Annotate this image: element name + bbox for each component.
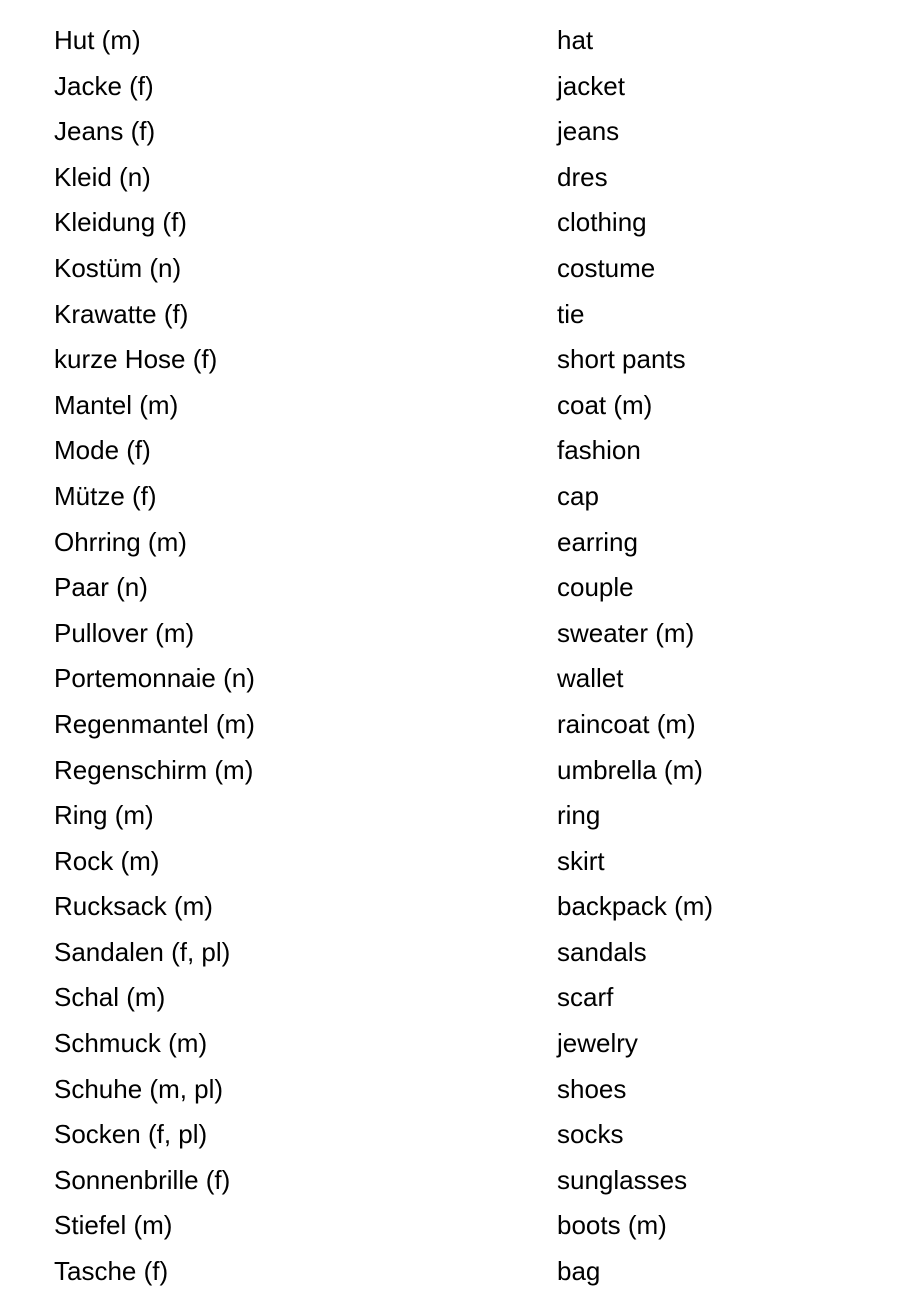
english-translation: umbrella (m) [557,754,703,785]
table-row: Rucksack (m) backpack (m) [0,884,914,930]
german-term: Regenschirm (m) [54,754,254,785]
english-translation: sandals [557,936,647,967]
german-term: Schal (m) [54,982,166,1013]
english-translation: tie [557,298,585,329]
german-term: Jeans (f) [54,116,156,147]
table-row: Stiefel (m) boots (m) [0,1203,914,1249]
english-translation: raincoat (m) [557,708,696,739]
german-term: Jacke (f) [54,70,154,101]
table-row: Rock (m) skirt [0,839,914,885]
german-term: Sonnenbrille (f) [54,1164,231,1195]
table-row: Mantel (m) coat (m) [0,383,914,429]
table-row: Paar (n) couple [0,565,914,611]
table-row: Jacke (f) jacket [0,64,914,110]
vocabulary-table: Hut (m) hat Jacke (f) jacket Jeans (f) jeans K… [0,18,914,1295]
table-row: Pullover (m) sweater (m) [0,611,914,657]
table-row: Tasche (f) bag [0,1249,914,1295]
english-translation: boots (m) [557,1210,667,1241]
english-translation: clothing [557,207,647,238]
table-row: Kostüm (n) costume [0,246,914,292]
german-term: Kostüm (n) [54,252,182,283]
table-row: kurze Hose (f) short pants [0,337,914,383]
english-translation: jewelry [557,1028,638,1059]
table-row: Regenschirm (m) umbrella (m) [0,748,914,794]
english-translation: couple [557,572,634,603]
english-translation: scarf [557,982,614,1013]
table-row: Hut (m) hat [0,18,914,64]
english-translation: jacket [557,70,625,101]
table-row: Schal (m) scarf [0,975,914,1021]
german-term: Schmuck (m) [54,1028,208,1059]
table-row: Schuhe (m, pl) shoes [0,1067,914,1113]
german-term: Sandalen (f, pl) [54,936,231,967]
table-row: Sonnenbrille (f) sunglasses [0,1158,914,1204]
english-translation: costume [557,252,656,283]
english-translation: wallet [557,663,624,694]
english-translation: sweater (m) [557,617,695,648]
german-term: Kleid (n) [54,161,151,192]
table-row: Ring (m) ring [0,793,914,839]
english-translation: fashion [557,435,641,466]
table-row: Mütze (f) cap [0,474,914,520]
english-translation: sunglasses [557,1164,688,1195]
german-term: Paar (n) [54,572,148,603]
english-translation: cap [557,480,599,511]
table-row: Ohrring (m) earring [0,520,914,566]
german-term: Regenmantel (m) [54,708,255,739]
english-translation: dres [557,161,608,192]
vocabulary-sheet: Hut (m) hat Jacke (f) jacket Jeans (f) jeans K… [0,0,914,1304]
table-row: Schmuck (m) jewelry [0,1021,914,1067]
english-translation: ring [557,800,601,831]
german-term: Mode (f) [54,435,151,466]
english-translation: skirt [557,845,605,876]
english-translation: earring [557,526,638,557]
table-row: Regenmantel (m) raincoat (m) [0,702,914,748]
table-row: Krawatte (f) tie [0,292,914,338]
german-term: kurze Hose (f) [54,344,218,375]
german-term: Krawatte (f) [54,298,189,329]
table-row: Socken (f, pl) socks [0,1112,914,1158]
german-term: Kleidung (f) [54,207,187,238]
english-translation: shoes [557,1073,627,1104]
english-translation: coat (m) [557,389,653,420]
table-row: Portemonnaie (n) wallet [0,656,914,702]
german-term: Ohrring (m) [54,526,187,557]
german-term: Rock (m) [54,845,160,876]
german-term: Mantel (m) [54,389,179,420]
english-translation: hat [557,25,594,55]
english-translation: short pants [557,344,686,375]
german-term: Mütze (f) [54,480,157,511]
german-term: Hut (m) [54,25,141,55]
german-term: Stiefel (m) [54,1210,173,1241]
english-translation: backpack (m) [557,891,714,922]
table-row: Mode (f) fashion [0,428,914,474]
german-term: Socken (f, pl) [54,1119,208,1150]
german-term: Ring (m) [54,800,154,831]
english-translation: socks [557,1119,624,1150]
german-term: Tasche (f) [54,1256,169,1287]
table-row: Kleidung (f) clothing [0,200,914,246]
english-translation: jeans [557,116,620,147]
english-translation: bag [557,1256,601,1287]
german-term: Pullover (m) [54,617,195,648]
german-term: Rucksack (m) [54,891,213,922]
german-term: Schuhe (m, pl) [54,1073,224,1104]
german-term: Portemonnaie (n) [54,663,255,694]
table-row: Sandalen (f, pl) sandals [0,930,914,976]
table-row: Jeans (f) jeans [0,109,914,155]
vocabulary-table-body: Hut (m) hat Jacke (f) jacket Jeans (f) jeans K… [0,18,914,1295]
table-row: Kleid (n) dres [0,155,914,201]
